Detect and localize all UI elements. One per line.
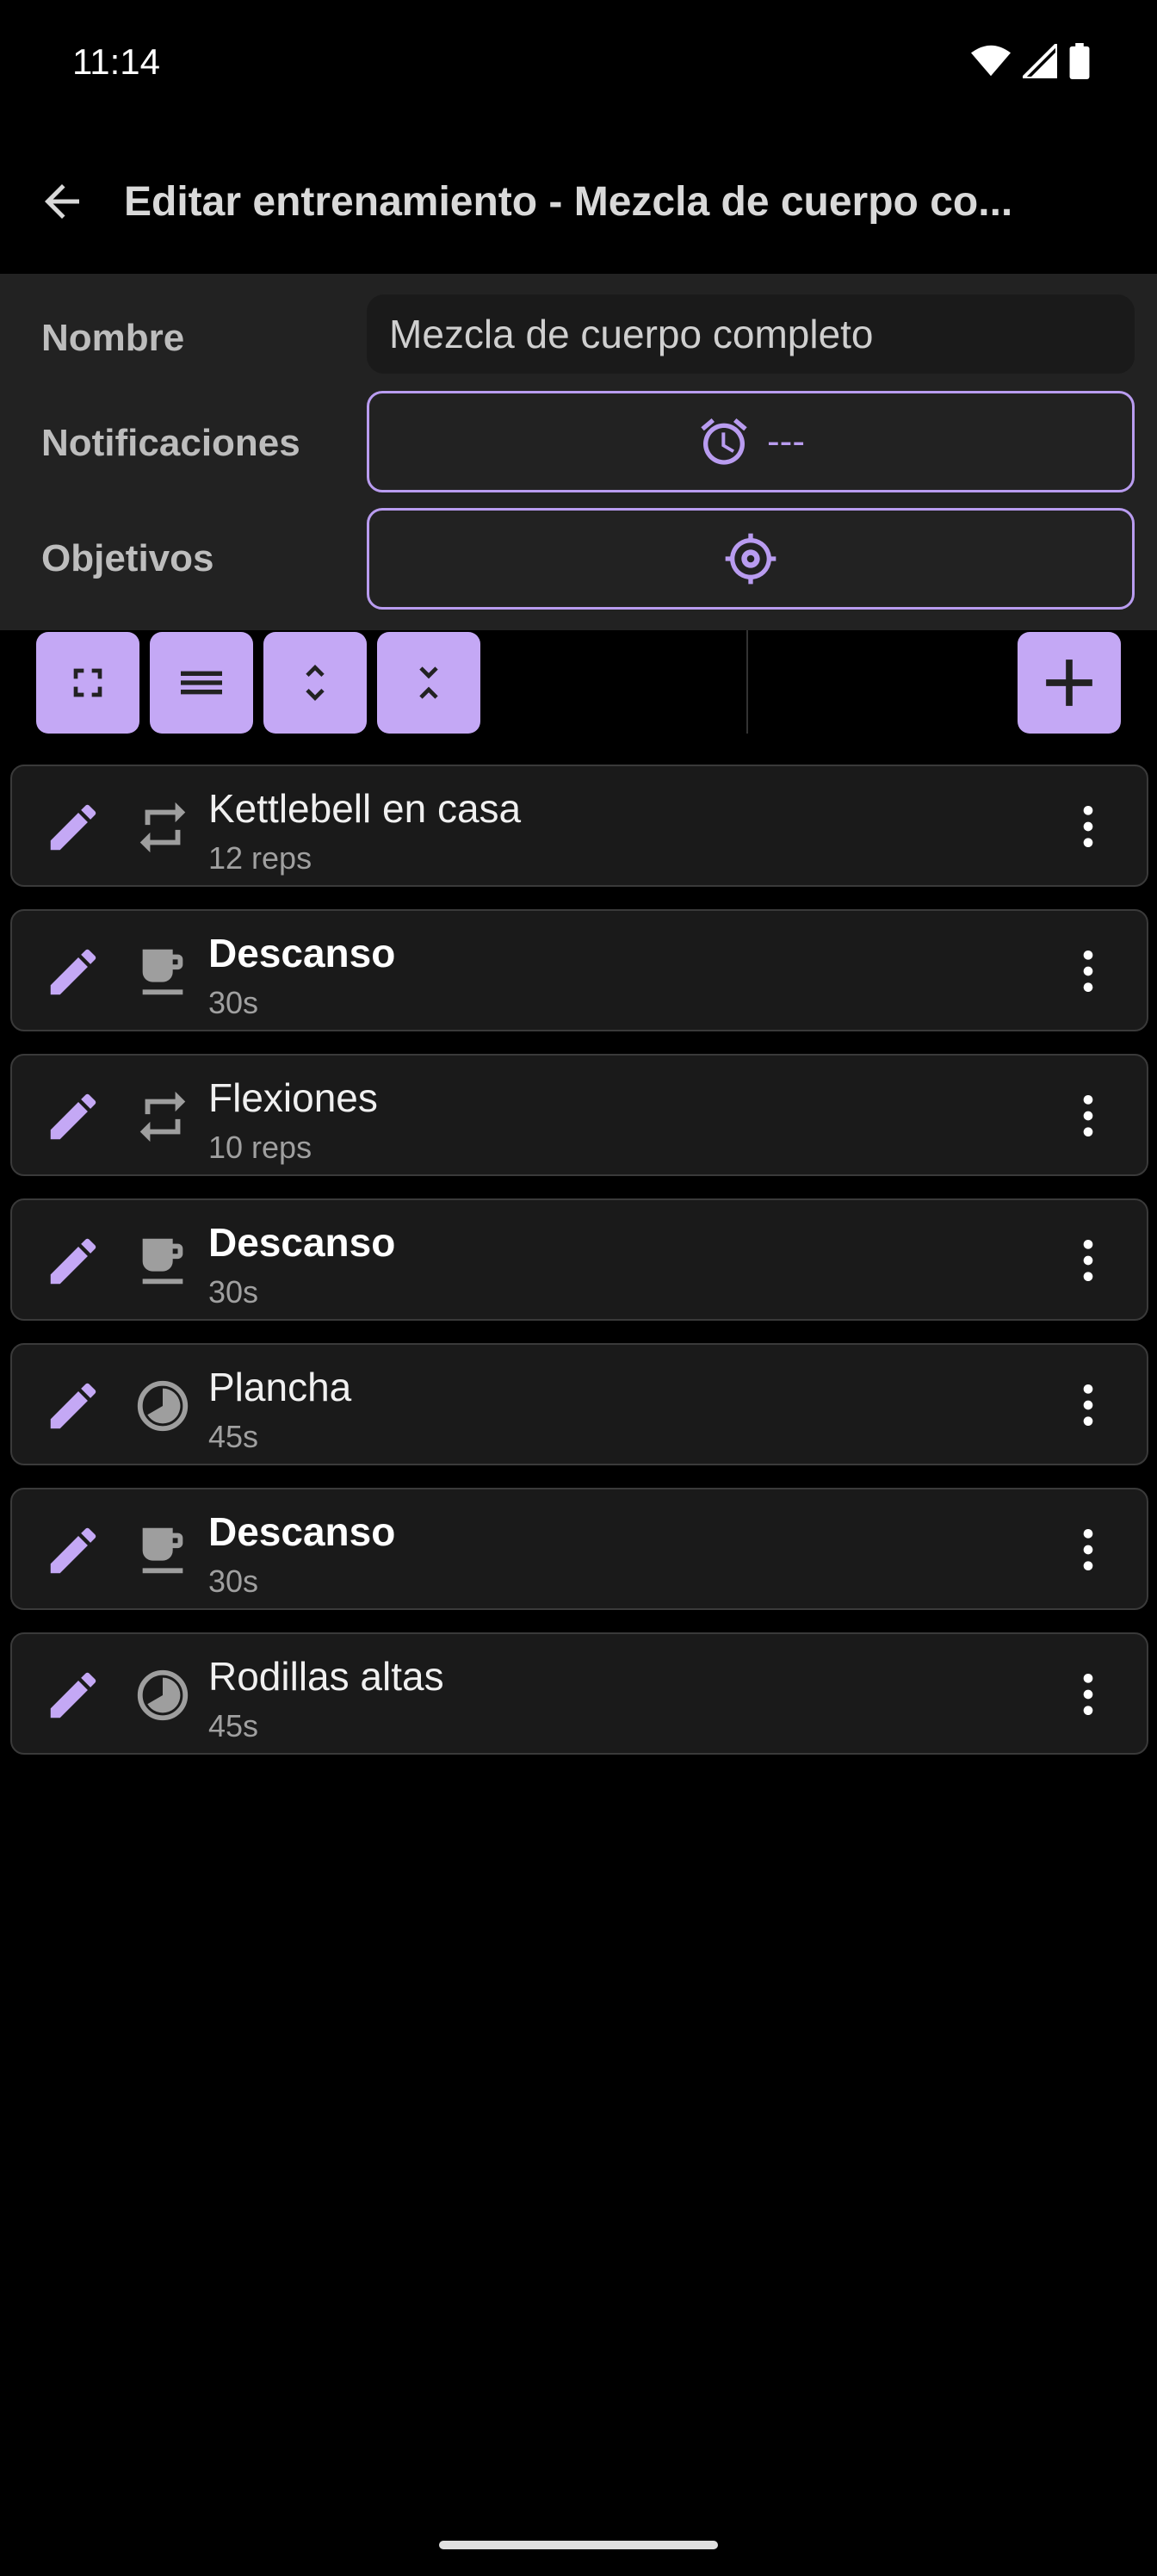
cup-icon	[142, 1527, 183, 1574]
menu-lines-icon	[181, 671, 222, 695]
status-bar: 11:14	[0, 0, 1157, 129]
toolbar-divider	[746, 630, 748, 734]
arrow-back-icon	[45, 184, 79, 219]
edit-icon[interactable]	[43, 1376, 103, 1436]
list-item[interactable]: Kettlebell en casa 12 reps	[10, 765, 1148, 887]
status-time: 11:14	[72, 41, 160, 82]
exercise-subtitle: 45s	[208, 1708, 259, 1743]
timer-icon	[137, 1669, 189, 1721]
exercise-subtitle: 30s	[208, 985, 259, 1020]
exercise-subtitle: 30s	[208, 1564, 259, 1599]
more-vert-icon[interactable]	[1061, 799, 1116, 854]
edit-icon[interactable]	[43, 942, 103, 1002]
edit-icon[interactable]	[43, 797, 103, 858]
reorder-button[interactable]	[150, 632, 253, 734]
battery-icon	[1069, 43, 1090, 79]
exercise-title: Descanso	[208, 1509, 396, 1554]
signal-icon	[1023, 44, 1057, 78]
cup-icon	[142, 949, 183, 995]
exercise-title: Flexiones	[208, 1075, 378, 1120]
add-exercise-button[interactable]	[1018, 632, 1121, 734]
list-item[interactable]: Descanso 30s	[10, 1198, 1148, 1321]
fullscreen-icon	[73, 668, 102, 697]
exercise-subtitle: 10 reps	[208, 1130, 312, 1165]
more-vert-icon[interactable]	[1061, 1667, 1116, 1722]
alarm-icon	[701, 418, 747, 465]
unfold-less-icon	[419, 666, 438, 699]
exercise-subtitle: 45s	[208, 1419, 259, 1454]
fullscreen-button[interactable]	[36, 632, 139, 734]
add-icon	[1046, 659, 1092, 706]
more-vert-icon[interactable]	[1061, 1233, 1116, 1288]
list-item[interactable]: Plancha 45s	[10, 1343, 1148, 1465]
list-toolbar	[0, 630, 1157, 734]
edit-icon[interactable]	[43, 1231, 103, 1291]
edit-icon[interactable]	[43, 1520, 103, 1581]
back-button[interactable]	[0, 129, 124, 274]
notifications-label: Notificaciones	[41, 422, 300, 464]
notifications-value: ---	[767, 420, 805, 462]
exercise-subtitle: 12 reps	[208, 840, 312, 876]
goals-button[interactable]	[367, 508, 1135, 610]
cup-icon	[142, 1238, 183, 1285]
wifi-icon	[971, 45, 1011, 77]
expand-all-button[interactable]	[263, 632, 367, 734]
target-icon	[725, 533, 776, 585]
status-icons	[971, 43, 1090, 79]
more-vert-icon[interactable]	[1061, 1378, 1116, 1433]
page-title: Editar entrenamiento - Mezcla de cuerpo …	[124, 178, 1013, 225]
more-vert-icon[interactable]	[1061, 1522, 1116, 1577]
exercise-subtitle: 30s	[208, 1274, 259, 1310]
exercise-title: Plancha	[208, 1365, 352, 1409]
list-item[interactable]: Descanso 30s	[10, 1488, 1148, 1610]
list-item[interactable]: Descanso 30s	[10, 909, 1148, 1031]
app-bar: Editar entrenamiento - Mezcla de cuerpo …	[0, 129, 1157, 274]
notifications-button[interactable]: ---	[367, 391, 1135, 492]
name-input-value: Mezcla de cuerpo completo	[389, 312, 874, 356]
home-indicator[interactable]	[439, 2541, 718, 2549]
more-vert-icon[interactable]	[1061, 944, 1116, 999]
workout-form: Nombre Mezcla de cuerpo completo Notific…	[0, 274, 1157, 630]
more-vert-icon[interactable]	[1061, 1088, 1116, 1143]
repeat-icon	[139, 802, 186, 853]
list-item[interactable]: Flexiones 10 reps	[10, 1054, 1148, 1176]
exercise-title: Descanso	[208, 931, 396, 975]
edit-icon[interactable]	[43, 1087, 103, 1147]
unfold-more-icon	[306, 665, 325, 701]
name-label: Nombre	[41, 317, 185, 359]
list-item[interactable]: Rodillas altas 45s	[10, 1632, 1148, 1755]
repeat-icon	[139, 1091, 186, 1142]
collapse-all-button[interactable]	[377, 632, 480, 734]
exercise-title: Kettlebell en casa	[208, 786, 522, 831]
goals-label: Objetivos	[41, 537, 214, 579]
exercise-title: Rodillas altas	[208, 1654, 444, 1699]
name-input[interactable]: Mezcla de cuerpo completo	[367, 294, 1135, 374]
timer-icon	[137, 1380, 189, 1432]
exercise-title: Descanso	[208, 1220, 396, 1265]
edit-icon[interactable]	[43, 1665, 103, 1725]
